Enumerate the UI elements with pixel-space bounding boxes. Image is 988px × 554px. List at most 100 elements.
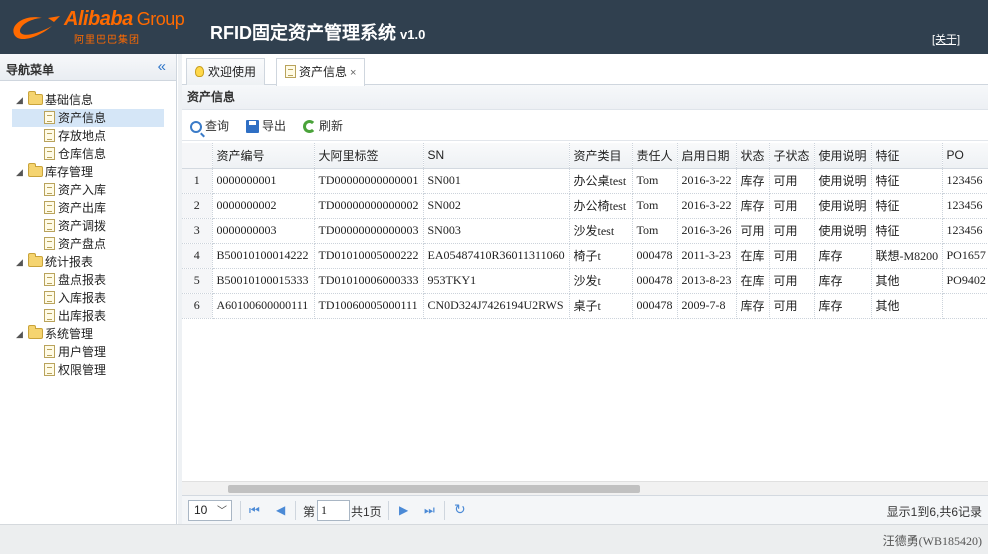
table-cell: 953TKY1 [423, 268, 570, 294]
table-cell: 可用 [769, 168, 815, 194]
tab-welcome[interactable]: 欢迎使用 [186, 58, 266, 85]
table-row[interactable]: 5 B50010100015333 TD01010006000333 953TKY1 沙… [182, 268, 988, 294]
table-cell: Tom [632, 218, 678, 244]
expand-arrow-icon[interactable]: ◢ [16, 325, 23, 343]
pager-separator [388, 501, 389, 520]
table-cell: B50010100015333 [212, 268, 315, 294]
row-number-cell: 1 [182, 168, 213, 194]
table-row[interactable]: 2 0000000002 TD00000000000002 SN002 办公椅test T… [182, 193, 988, 219]
column-header[interactable]: 大阿里标签 [314, 143, 424, 169]
column-header[interactable]: 启用日期 [677, 143, 737, 169]
scrollbar-thumb[interactable] [228, 485, 640, 493]
table-row[interactable]: 4 B50010100014222 TD01010005000222 EA054874… [182, 243, 988, 269]
column-header[interactable]: 特征 [871, 143, 943, 169]
table-cell: 库存 [814, 268, 872, 294]
previous-page-icon[interactable]: ◀ [276, 503, 285, 517]
pager-separator [295, 501, 296, 520]
table-cell: 0000000003 [212, 218, 315, 244]
page-prefix-label: 第 [303, 505, 316, 519]
last-page-icon[interactable]: ⏭ [424, 503, 435, 518]
reload-icon[interactable]: ↻ [454, 501, 466, 518]
column-header[interactable]: PO [942, 143, 988, 169]
pagination-bar: 10 ﹀ ⏮ ◀ 第 1 共1页 ▶ ⏭ ↻ 显示1到6,共6记录 [182, 495, 988, 524]
table-cell: 2016-3-22 [677, 193, 737, 219]
folder-icon [28, 163, 43, 177]
query-button[interactable]: 查询 [190, 117, 229, 135]
table-cell: 123456 [942, 193, 988, 219]
tree-item-asset-transfer[interactable]: 资产调拨 [0, 217, 176, 235]
table-cell: 0000000001 [212, 168, 315, 194]
expand-arrow-icon[interactable]: ◢ [16, 163, 23, 181]
document-icon [44, 345, 55, 358]
column-header[interactable]: 使用说明 [814, 143, 872, 169]
table-cell: 使用说明 [814, 168, 872, 194]
about-link[interactable]: [关于] [932, 31, 960, 47]
logo-wordmark: Alibaba Group [64, 8, 185, 30]
table-row[interactable]: 3 0000000003 TD00000000000003 SN003 沙发test To… [182, 218, 988, 244]
tree-group-basic-info[interactable]: ◢ 基础信息 [0, 91, 176, 109]
tab-asset-info[interactable]: 资产信息 × [276, 58, 366, 86]
table-row[interactable]: 1 0000000001 TD00000000000001 SN001 办公桌test T… [182, 168, 988, 194]
tree-group-inventory[interactable]: ◢ 库存管理 [0, 163, 176, 181]
document-icon [44, 363, 55, 376]
table-cell: Tom [632, 193, 678, 219]
tree-item-out-report[interactable]: 出库报表 [0, 307, 176, 325]
next-page-icon[interactable]: ▶ [399, 503, 408, 517]
alibaba-smile-icon [13, 16, 60, 40]
document-icon [44, 309, 55, 322]
main-content: 欢迎使用 资产信息 × 资产信息 查询 导出 刷新 资产编号 大阿里标签 SN 资产类目… [182, 54, 988, 524]
table-cell: TD01010005000222 [314, 243, 424, 269]
tree-item-count-report[interactable]: 盘点报表 [0, 271, 176, 289]
tree-item-asset-out[interactable]: 资产出库 [0, 199, 176, 217]
column-header[interactable]: 责任人 [632, 143, 678, 169]
tree-item-in-report[interactable]: 入库报表 [0, 289, 176, 307]
tree-item-permission-management[interactable]: 权限管理 [0, 361, 176, 379]
document-icon [285, 65, 296, 78]
table-cell: SN001 [423, 168, 570, 194]
row-number-header [182, 143, 213, 169]
table-cell: 使用说明 [814, 218, 872, 244]
table-header-row: 资产编号 大阿里标签 SN 资产类目 责任人 启用日期 状态 子状态 使用说明 特征 PO [182, 143, 988, 169]
table-cell: Tom [632, 168, 678, 194]
expand-arrow-icon[interactable]: ◢ [16, 253, 23, 271]
grid-toolbar: 查询 导出 刷新 [182, 110, 988, 141]
table-cell: 可用 [769, 193, 815, 219]
table-row[interactable]: 6 A60100600000111 TD10060005000111 CN0D324J… [182, 293, 988, 319]
chevron-down-icon: ﹀ [217, 506, 227, 517]
table-cell: 库存 [736, 168, 770, 194]
horizontal-scrollbar[interactable] [182, 481, 988, 495]
table-cell: 椅子t [569, 243, 633, 269]
navigation-sidebar: 导航菜单 « ◢ 基础信息 资产信息 存放地点 仓库信息 ◢ 库存管理 资产入库 资… [0, 54, 177, 524]
tree-item-asset-in[interactable]: 资产入库 [0, 181, 176, 199]
tree-group-reports[interactable]: ◢ 统计报表 [0, 253, 176, 271]
tree-item-storage-location[interactable]: 存放地点 [0, 127, 176, 145]
table-cell: TD00000000000002 [314, 193, 424, 219]
first-page-icon[interactable]: ⏮ [249, 503, 260, 518]
row-number-cell: 6 [182, 293, 213, 319]
page-size-select[interactable]: 10 ﹀ [188, 500, 232, 521]
system-version: v1.0 [400, 27, 426, 42]
tab-close-icon[interactable]: × [350, 67, 356, 79]
export-button[interactable]: 导出 [246, 117, 286, 135]
page-number-input[interactable]: 1 [317, 500, 350, 521]
tree-item-asset-count[interactable]: 资产盘点 [0, 235, 176, 253]
current-user: 汪德勇(WB185420) [882, 534, 982, 548]
table-cell: 在库 [736, 268, 770, 294]
page-total-label: 共1页 [351, 505, 382, 519]
expand-arrow-icon[interactable]: ◢ [16, 91, 23, 109]
column-header[interactable]: 资产编号 [212, 143, 315, 169]
document-icon [44, 219, 55, 232]
tree-item-warehouse-info[interactable]: 仓库信息 [0, 145, 176, 163]
nav-tree: ◢ 基础信息 资产信息 存放地点 仓库信息 ◢ 库存管理 资产入库 资产出库 资产调… [0, 81, 176, 379]
refresh-button[interactable]: 刷新 [303, 117, 343, 135]
column-header[interactable]: 状态 [736, 143, 770, 169]
system-title: RFID固定资产管理系统 v1.0 [210, 23, 426, 43]
tree-group-system[interactable]: ◢ 系统管理 [0, 325, 176, 343]
column-header[interactable]: SN [423, 143, 570, 169]
row-number-cell: 5 [182, 268, 213, 294]
column-header[interactable]: 资产类目 [569, 143, 633, 169]
column-header[interactable]: 子状态 [769, 143, 815, 169]
tree-item-asset-info[interactable]: 资产信息 [12, 109, 164, 127]
collapse-sidebar-icon[interactable]: « [158, 58, 166, 75]
tree-item-user-management[interactable]: 用户管理 [0, 343, 176, 361]
